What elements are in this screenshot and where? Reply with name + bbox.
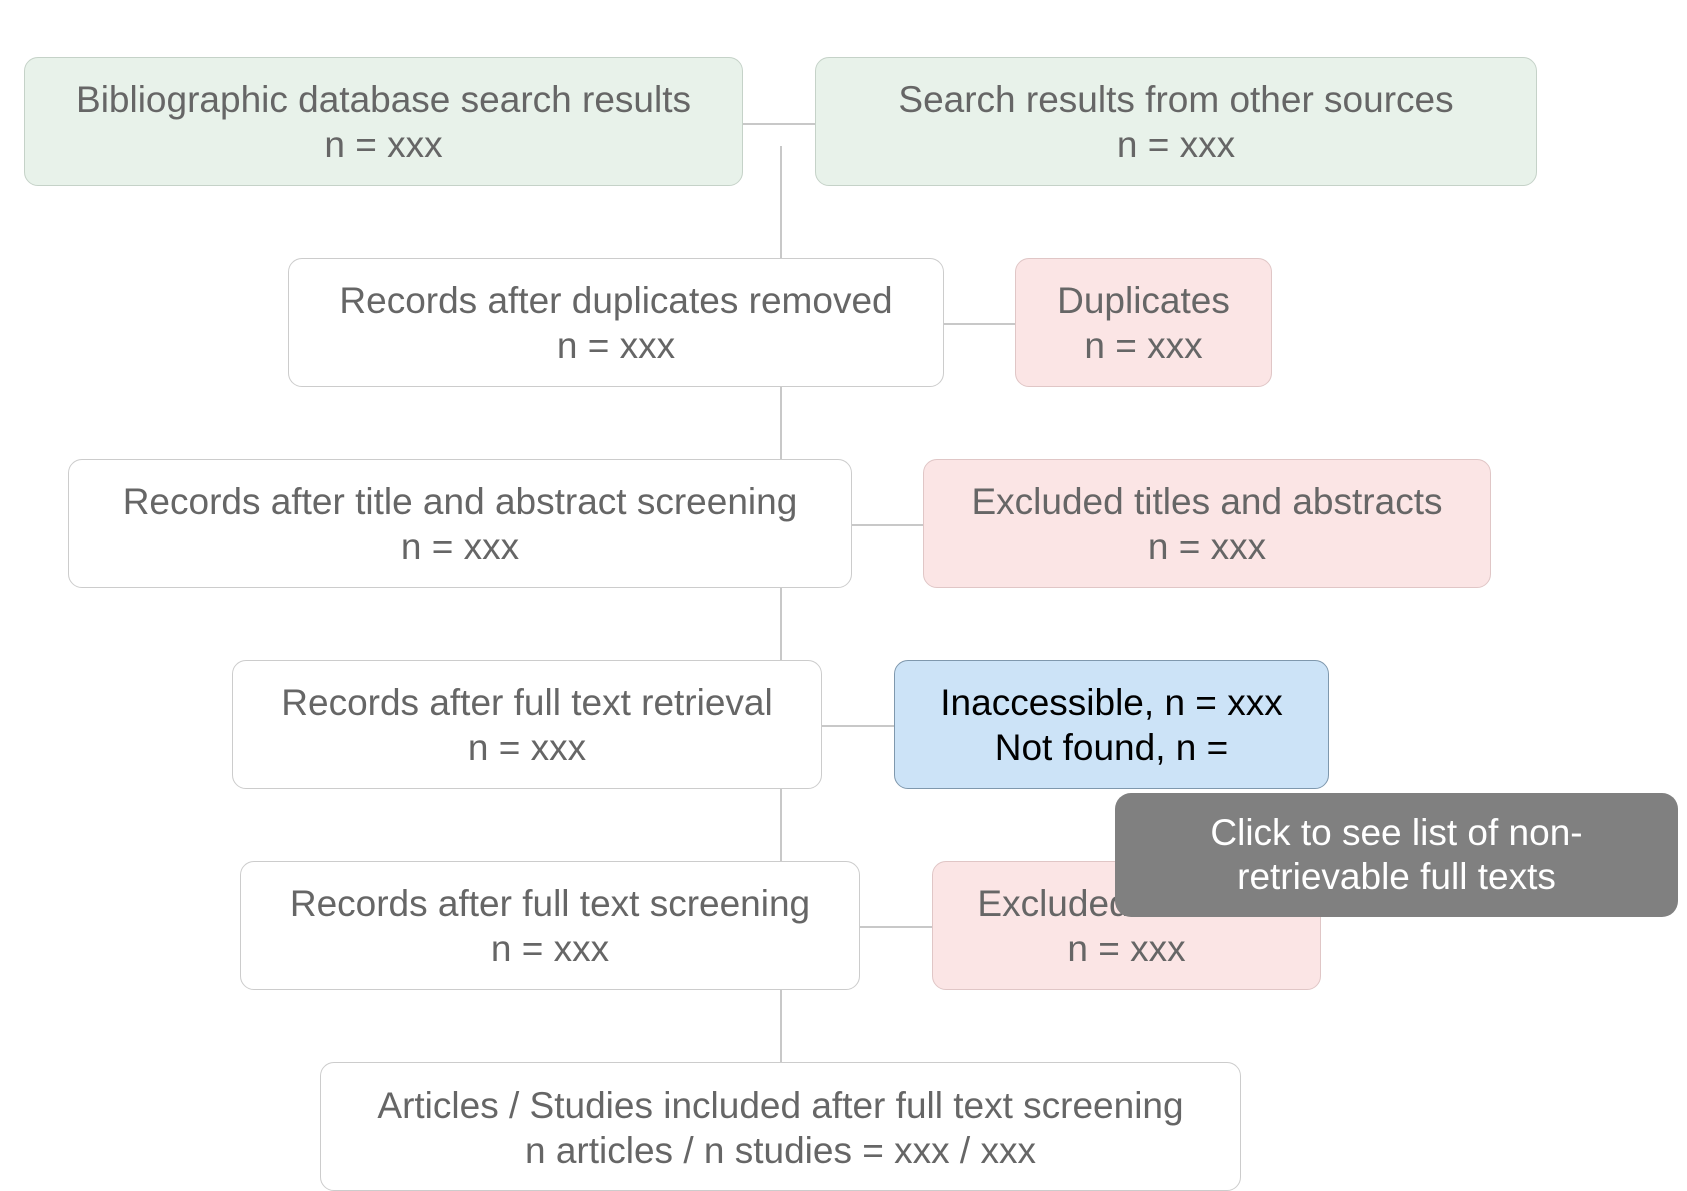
after-duplicates-title: Records after duplicates removed bbox=[339, 279, 893, 321]
connector-excluded-titles bbox=[851, 524, 924, 526]
duplicates-count: n = xxx bbox=[1084, 324, 1203, 366]
inaccessible-box[interactable]: Inaccessible, n = xxx Not found, n = bbox=[894, 660, 1329, 789]
inaccessible-line: Inaccessible, n = xxx bbox=[940, 681, 1283, 723]
other-sources-title: Search results from other sources bbox=[898, 78, 1454, 120]
after-retrieval-title: Records after full text retrieval bbox=[281, 681, 773, 723]
duplicates-title: Duplicates bbox=[1057, 279, 1230, 321]
excluded-full-texts-count: n = xxx bbox=[1067, 927, 1186, 969]
after-retrieval-box[interactable]: Records after full text retrieval n = xx… bbox=[232, 660, 822, 789]
included-title: Articles / Studies included after full t… bbox=[377, 1085, 1184, 1126]
excluded-titles-count: n = xxx bbox=[1147, 525, 1267, 567]
connector-duplicates bbox=[943, 323, 1015, 325]
connector-excluded-full-texts bbox=[859, 926, 932, 928]
included-box[interactable]: Articles / Studies included after full t… bbox=[320, 1062, 1241, 1191]
duplicates-box[interactable]: Duplicates n = xxx bbox=[1015, 258, 1272, 387]
included-count: n articles / n studies = xxx / xxx bbox=[525, 1130, 1036, 1171]
db-search-results-title: Bibliographic database search results bbox=[76, 78, 691, 120]
excluded-titles-title: Excluded titles and abstracts bbox=[971, 480, 1443, 522]
after-duplicates-count: n = xxx bbox=[556, 324, 676, 366]
other-sources-count: n = xxx bbox=[1116, 123, 1236, 165]
after-title-abstract-box[interactable]: Records after title and abstract screeni… bbox=[68, 459, 852, 588]
other-sources-box[interactable]: Search results from other sources n = xx… bbox=[815, 57, 1537, 186]
db-search-results-count: n = xxx bbox=[324, 123, 443, 165]
not-found-line: Not found, n = bbox=[994, 726, 1229, 768]
excluded-titles-box[interactable]: Excluded titles and abstracts n = xxx bbox=[923, 459, 1491, 588]
after-retrieval-count: n = xxx bbox=[467, 726, 587, 768]
after-title-abstract-title: Records after title and abstract screeni… bbox=[122, 480, 798, 522]
after-title-abstract-count: n = xxx bbox=[400, 525, 520, 567]
after-duplicates-box[interactable]: Records after duplicates removed n = xxx bbox=[288, 258, 944, 387]
connector-top-horizontal bbox=[742, 123, 815, 125]
tooltip: Click to see list of non-retrievable ful… bbox=[1115, 793, 1678, 917]
after-full-text-box[interactable]: Records after full text screening n = xx… bbox=[240, 861, 860, 990]
after-full-text-title: Records after full text screening bbox=[289, 882, 811, 924]
db-search-results-box[interactable]: Bibliographic database search results n … bbox=[24, 57, 743, 186]
connector-inaccessible bbox=[821, 725, 895, 727]
tooltip-text: Click to see list of non-retrievable ful… bbox=[1210, 812, 1583, 897]
after-full-text-count: n = xxx bbox=[490, 927, 610, 969]
